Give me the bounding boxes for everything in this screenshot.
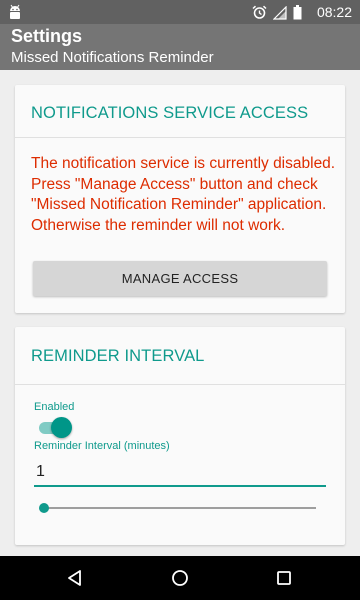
card-divider <box>15 384 345 385</box>
android-icon <box>8 4 22 25</box>
card-divider <box>15 137 345 138</box>
back-icon[interactable] <box>63 566 87 590</box>
reminder-card-title: REMINDER INTERVAL <box>31 347 205 365</box>
enabled-toggle[interactable] <box>37 417 73 438</box>
toggle-thumb[interactable] <box>51 417 72 438</box>
interval-slider-thumb[interactable] <box>39 503 49 513</box>
interval-label: Reminder Interval (minutes) <box>34 440 170 452</box>
app-subtitle: Missed Notifications Reminder <box>11 49 214 66</box>
app-title: Settings <box>11 26 83 46</box>
notifications-service-card: NOTIFICATIONS SERVICE ACCESS The notific… <box>15 85 345 313</box>
battery-icon <box>293 5 302 25</box>
recent-apps-icon[interactable] <box>272 566 296 590</box>
interval-input-underline <box>34 485 326 487</box>
reminder-interval-card: REMINDER INTERVAL Enabled Reminder Inter… <box>15 327 345 545</box>
enabled-label: Enabled <box>34 401 75 413</box>
status-time: 08:22 <box>316 4 352 20</box>
notifications-card-title: NOTIFICATIONS SERVICE ACCESS <box>31 104 309 122</box>
home-icon[interactable] <box>168 566 192 590</box>
signal-icon <box>272 5 287 25</box>
manage-access-button[interactable]: MANAGE ACCESS <box>33 261 327 296</box>
alarm-icon <box>252 5 267 25</box>
navigation-bar <box>0 556 360 600</box>
service-disabled-warning: The notification service is currently di… <box>31 155 336 234</box>
status-bar: 08:22 <box>0 0 360 24</box>
interval-slider[interactable] <box>44 507 316 509</box>
interval-input[interactable]: 1 <box>34 458 326 486</box>
app-bar: Settings Missed Notifications Reminder <box>0 24 360 70</box>
